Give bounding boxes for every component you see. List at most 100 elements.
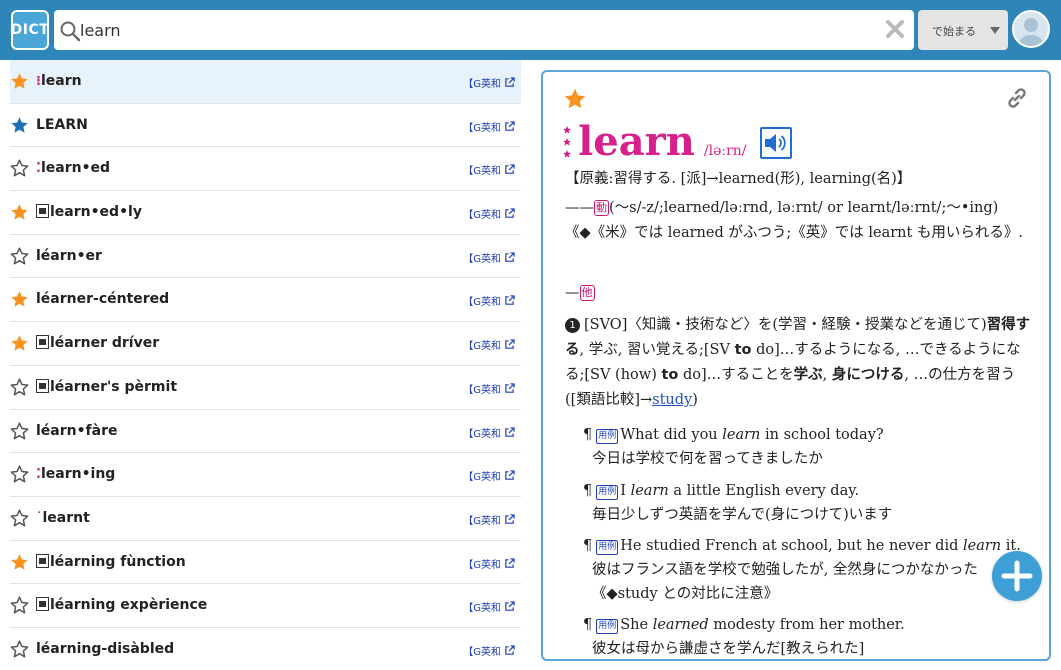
dictionary-tag[interactable]: 【G英和 <box>463 337 515 352</box>
chevron-down-icon <box>990 27 1000 34</box>
sense-text: , 学ぶ, 習い覚える;[SV <box>579 342 735 358</box>
word-list-item[interactable]: léarner‐céntered 【G英和 <box>10 278 521 323</box>
word-label: léarning fùnction <box>36 553 186 570</box>
star-icon[interactable] <box>10 640 29 659</box>
word-list-item[interactable]: LEARN 【G英和 <box>10 104 521 148</box>
word-text: learn•ed•ly <box>50 204 142 221</box>
word-label: LEARN <box>36 117 88 133</box>
clear-icon[interactable] <box>886 20 904 38</box>
star-icon[interactable] <box>10 421 29 441</box>
word-list-item[interactable]: léarning‐disàbled 【G英和 <box>10 628 521 670</box>
word-list-item[interactable]: léarning fùnction 【G英和 <box>10 541 521 585</box>
word-list-item[interactable]: léarn•fàre 【G英和 <box>10 410 521 454</box>
app-logo[interactable]: DICT <box>11 10 49 50</box>
dictionary-tag-label: 【G英和 <box>463 472 501 484</box>
pos-dash: — <box>565 285 580 301</box>
example-badge: 用例 <box>596 619 619 634</box>
word-list-item[interactable]: ⁚learn•ed 【G英和 <box>10 147 521 192</box>
dictionary-tag-label: 【G英和 <box>463 122 501 134</box>
word-list-item[interactable]: learn•ed•ly 【G英和 <box>10 191 521 235</box>
word-label: ⁚learn•ing <box>36 466 115 482</box>
sense-bold: to <box>661 367 679 383</box>
add-button[interactable] <box>992 551 1042 601</box>
word-list-item[interactable]: léarning expèrience 【G英和 <box>10 584 521 628</box>
example-en-italic: learn <box>722 427 761 443</box>
dictionary-tag-label: 【G英和 <box>463 515 501 527</box>
star-icon[interactable] <box>563 87 587 111</box>
star-icon[interactable] <box>10 596 29 615</box>
external-link-icon <box>505 383 515 393</box>
example-note: 《◆study との対比に注意》 <box>592 586 779 602</box>
usage-note: 《◆《米》では learned がふつう;《英》では learnt も用いられる… <box>565 225 1024 241</box>
star-icon[interactable] <box>10 334 29 353</box>
dictionary-tag[interactable]: 【G英和 <box>463 206 515 221</box>
dictionary-tag[interactable]: 【G英和 <box>463 75 515 90</box>
example-en-italic: learn <box>630 483 669 499</box>
word-text: léarner dríver <box>50 335 160 352</box>
example-en: I <box>620 483 631 499</box>
word-list-item[interactable]: léarner's pèrmit 【G英和 <box>10 366 521 410</box>
star-icon[interactable] <box>10 203 29 222</box>
search-input[interactable] <box>80 15 860 45</box>
search-mode-select[interactable]: で始まる <box>918 10 1008 50</box>
example-1: ¶ 用例 What did you learn in school today? 今… <box>583 427 884 467</box>
dictionary-tag-label: 【G英和 <box>463 603 501 615</box>
word-text: learn•ed <box>40 160 111 177</box>
external-link-icon <box>505 426 515 437</box>
word-label: léarn•fàre <box>36 423 118 439</box>
star-icon[interactable] <box>10 159 29 178</box>
word-list-item[interactable]: léarn•er 【G英和 <box>10 235 521 279</box>
top-bar: DICT で始まる <box>0 0 1061 60</box>
sense-text: do]…することを <box>678 367 794 383</box>
example-en: in school today? <box>760 427 884 443</box>
word-label: ⁚learn•ed <box>36 160 110 176</box>
star-icon[interactable] <box>10 247 29 266</box>
audio-button[interactable] <box>759 127 792 159</box>
kanji-mark-icon <box>36 553 49 568</box>
star-icon[interactable] <box>10 290 29 309</box>
sense-text: , <box>822 367 832 383</box>
external-link-icon <box>505 514 515 524</box>
transitive-line: — 他 <box>565 281 1035 306</box>
sense-1: 1 [SVO]〈知識・技術など〉を(学習・経験・授業などを通じて)習得する, 学ぶ… <box>565 313 1035 413</box>
example-ja: 彼女は母から謙虚さを学んだ[教えられた] <box>592 641 865 657</box>
entry-panel: learn /ləːrn/ 【原義:習得する. [派]→learned(形), … <box>541 70 1051 661</box>
dictionary-tag-label: 【G英和 <box>463 79 501 90</box>
dictionary-tag[interactable]: 【G英和 <box>463 643 515 658</box>
dictionary-tag-label: 【G英和 <box>463 210 501 222</box>
link-icon[interactable] <box>1005 86 1029 110</box>
dictionary-tag[interactable]: 【G英和 <box>463 556 515 571</box>
example-en: modesty from her mother. <box>708 617 905 633</box>
dictionary-tag[interactable]: 【G英和 <box>463 468 515 483</box>
dictionary-tag[interactable]: 【G英和 <box>463 119 515 134</box>
search-icon <box>60 21 81 42</box>
dictionary-tag[interactable]: 【G英和 <box>463 599 515 614</box>
star-icon[interactable] <box>10 509 29 528</box>
sense-number: 1 <box>565 318 580 333</box>
word-label: ⁝learn <box>36 73 82 89</box>
dictionary-tag-label: 【G英和 <box>463 384 501 396</box>
example-4: ¶ 用例 She learned modesty from her mother. … <box>583 617 905 657</box>
star-icon[interactable] <box>10 553 29 572</box>
star-icon[interactable] <box>10 378 29 397</box>
avatar[interactable] <box>1012 10 1050 48</box>
dictionary-tag[interactable]: 【G英和 <box>463 162 515 177</box>
dictionary-tag-label: 【G英和 <box>463 428 501 440</box>
word-list-item[interactable]: ⁚learn•ing 【G英和 <box>10 453 521 497</box>
word-list-item[interactable]: ⁝learn 【G英和 <box>10 60 521 104</box>
star-icon[interactable] <box>10 465 29 484</box>
word-list-item[interactable]: léarner dríver 【G英和 <box>10 322 521 366</box>
dictionary-tag[interactable]: 【G英和 <box>463 293 515 308</box>
pos-badge-verb: 動 <box>594 200 609 216</box>
pos-dash: —— <box>565 200 594 216</box>
word-label: léarner's pèrmit <box>36 378 177 395</box>
star-icon[interactable] <box>10 116 29 135</box>
word-list-item[interactable]: ˙learnt 【G英和 <box>10 497 521 541</box>
dictionary-tag[interactable]: 【G英和 <box>463 381 515 396</box>
dictionary-tag[interactable]: 【G英和 <box>463 425 515 440</box>
dictionary-tag[interactable]: 【G英和 <box>463 512 515 527</box>
word-text: learn <box>40 73 82 89</box>
study-link[interactable]: study <box>652 392 692 408</box>
dictionary-tag[interactable]: 【G英和 <box>463 250 515 265</box>
star-icon[interactable] <box>10 72 29 91</box>
